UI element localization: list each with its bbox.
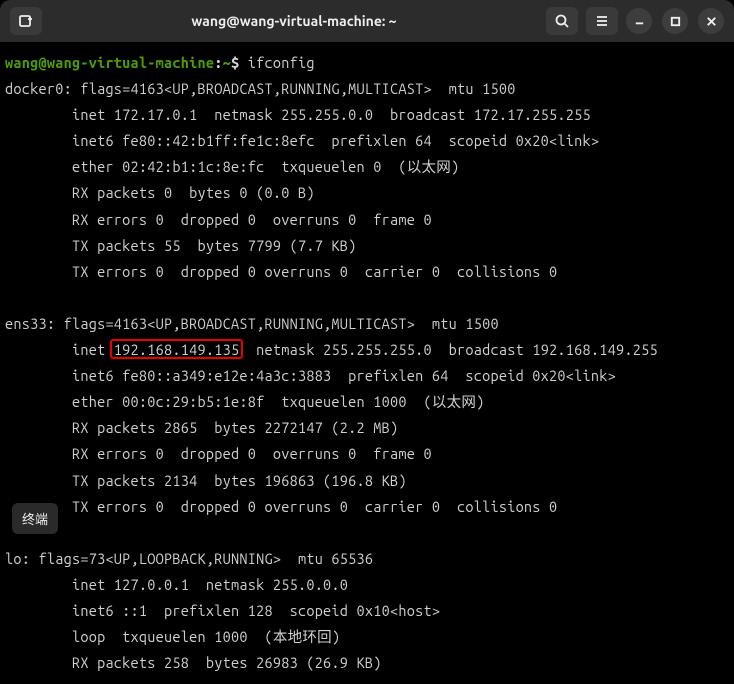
maximize-button[interactable] [662, 8, 688, 34]
close-button[interactable] [698, 8, 724, 34]
menu-button[interactable] [586, 7, 618, 35]
output-line: TX packets 2134 bytes 196863 (196.8 KB) [5, 472, 407, 489]
side-label: 终端 [12, 503, 58, 534]
search-button[interactable] [546, 7, 578, 35]
minimize-button[interactable] [626, 8, 652, 34]
output-line: inet6 fe80::42:b1ff:fe1c:8efc prefixlen … [5, 132, 599, 149]
highlighted-ip: 192.168.149.135 [114, 341, 240, 358]
window-titlebar: wang@wang-virtual-machine: ~ [0, 0, 734, 42]
command-text: ifconfig [248, 54, 315, 71]
window-title: wang@wang-virtual-machine: ~ [50, 13, 538, 29]
prompt-path: ~ [223, 54, 231, 71]
output-line: inet 172.17.0.1 netmask 255.255.0.0 broa… [5, 106, 591, 123]
new-tab-button[interactable] [10, 7, 42, 35]
output-line: TX packets 55 bytes 7799 (7.7 KB) [5, 237, 357, 254]
output-line: ether 00:0c:29:b5:1e:8f txqueuelen 1000 … [5, 393, 485, 410]
output-line: inet 127.0.0.1 netmask 255.0.0.0 [5, 576, 348, 593]
prompt-userhost: wang@wang-virtual-machine [5, 54, 214, 71]
output-line: TX errors 0 dropped 0 overruns 0 carrier… [5, 498, 557, 515]
output-line: ens33: flags=4163<UP,BROADCAST,RUNNING,M… [5, 315, 499, 332]
output-line: RX packets 258 bytes 26983 (26.9 KB) [5, 654, 382, 671]
output-line: TX errors 0 dropped 0 overruns 0 carrier… [5, 263, 557, 280]
prompt-dollar: $ [231, 54, 248, 71]
output-line: RX packets 2865 bytes 2272147 (2.2 MB) [5, 419, 398, 436]
output-line: RX errors 0 dropped 0 overruns 0 frame 0 [5, 211, 432, 228]
output-line: inet [5, 341, 114, 358]
prompt-sep: : [214, 54, 222, 71]
output-line: lo: flags=73<UP,LOOPBACK,RUNNING> mtu 65… [5, 550, 373, 567]
output-line: docker0: flags=4163<UP,BROADCAST,RUNNING… [5, 80, 516, 97]
output-line: RX packets 0 bytes 0 (0.0 B) [5, 184, 315, 201]
output-line: ether 02:42:b1:1c:8e:fc txqueuelen 0 (以太… [5, 158, 459, 175]
output-line: loop txqueuelen 1000 (本地环回) [5, 628, 340, 645]
output-line: netmask 255.255.255.0 broadcast 192.168.… [239, 341, 658, 358]
output-line: inet6 ::1 prefixlen 128 scopeid 0x10<hos… [5, 602, 440, 619]
terminal-output[interactable]: wang@wang-virtual-machine:~$ ifconfig do… [0, 42, 734, 684]
output-line: RX errors 0 dropped 0 overruns 0 frame 0 [5, 445, 432, 462]
output-line: inet6 fe80::a349:e12e:4a3c:3883 prefixle… [5, 367, 616, 384]
